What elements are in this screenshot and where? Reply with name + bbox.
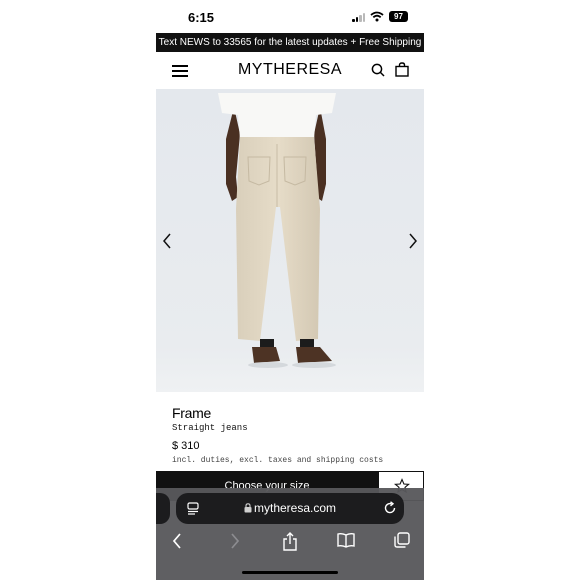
bookmarks-icon[interactable]	[337, 532, 355, 548]
product-price: $ 310	[172, 440, 200, 452]
status-bar: 6:15 97	[156, 0, 424, 32]
previous-tab-pill[interactable]	[156, 493, 170, 524]
chevron-left-icon[interactable]	[161, 232, 173, 250]
phone-screen: 6:15 97 Text NEWS to 33565 for the lates…	[156, 0, 424, 580]
product-photo	[156, 89, 424, 392]
browser-toolbar: mytheresa.com	[156, 488, 424, 580]
share-icon[interactable]	[283, 532, 297, 551]
signal-icon	[352, 13, 366, 22]
shopping-bag-icon[interactable]	[395, 62, 409, 77]
product-image[interactable]	[156, 89, 424, 392]
site-header: MYTHERESA	[156, 52, 424, 89]
reload-icon[interactable]	[383, 501, 397, 515]
tabs-icon[interactable]	[394, 532, 410, 548]
home-indicator	[242, 571, 338, 574]
status-time: 6:15	[188, 10, 215, 25]
browser-nav	[156, 530, 424, 554]
promo-banner[interactable]: Text NEWS to 33565 for the latest update…	[156, 33, 424, 52]
lock-icon	[244, 503, 252, 513]
url-text[interactable]: mytheresa.com	[254, 501, 336, 515]
battery-indicator: 97	[389, 11, 408, 22]
search-icon[interactable]	[371, 63, 385, 77]
tax-note: incl. duties, excl. taxes and shipping c…	[172, 456, 384, 465]
page-menu-icon[interactable]	[187, 502, 199, 515]
forward-icon[interactable]	[229, 532, 241, 550]
chevron-right-icon[interactable]	[407, 232, 419, 250]
product-brand[interactable]: Frame	[172, 405, 211, 421]
wifi-icon	[370, 11, 384, 22]
product-name: Straight jeans	[172, 423, 248, 433]
back-icon[interactable]	[171, 532, 183, 550]
address-bar[interactable]: mytheresa.com	[176, 493, 404, 524]
